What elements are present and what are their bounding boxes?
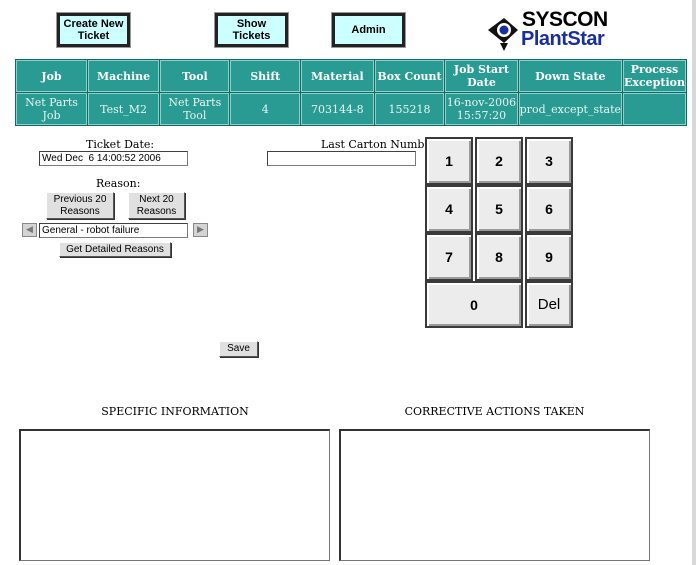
cell-shift: 4 xyxy=(230,93,300,125)
logo-plantstar-text: PlantStar xyxy=(521,28,605,50)
key-0-button[interactable]: 0 xyxy=(425,281,523,328)
key-8-button[interactable]: 8 xyxy=(475,233,523,281)
reason-next-arrow-icon[interactable]: ▶ xyxy=(193,223,208,237)
cell-job-start-date: 16-nov-2006 15:57:20 xyxy=(445,93,518,125)
last-carton-number-label: Last Carton Number: xyxy=(321,138,440,151)
header-job-start-date: Job Start Date xyxy=(445,60,518,92)
window-edge xyxy=(692,0,696,565)
save-button[interactable]: Save xyxy=(219,341,258,357)
table-row: Net Parts Job Test_M2 Net Parts Tool 4 7… xyxy=(16,93,686,125)
key-1-button[interactable]: 1 xyxy=(425,137,473,185)
key-7-button[interactable]: 7 xyxy=(425,233,473,281)
key-3-button[interactable]: 3 xyxy=(525,137,573,185)
numeric-keypad: 1 2 3 4 5 6 7 8 9 0 Del xyxy=(425,137,575,328)
header-tool: Tool xyxy=(160,60,230,92)
next-20-reasons-button[interactable]: Next 20 Reasons xyxy=(128,192,185,219)
last-carton-number-input[interactable] xyxy=(267,151,416,166)
cell-process-exception xyxy=(623,93,686,125)
logo-mark-icon xyxy=(488,18,518,51)
specific-information-heading: SPECIFIC INFORMATION xyxy=(101,405,249,418)
header-process-exception: Process Exception xyxy=(623,60,686,92)
header-job: Job xyxy=(16,60,87,92)
key-4-button[interactable]: 4 xyxy=(425,185,473,233)
ticket-date-label: Ticket Date: xyxy=(86,138,155,151)
table-header-row: Job Machine Tool Shift Material Box Coun… xyxy=(16,60,686,92)
previous-20-reasons-button[interactable]: Previous 20 Reasons xyxy=(46,192,114,219)
header-machine: Machine xyxy=(87,60,160,92)
cell-tool: Net Parts Tool xyxy=(160,93,230,125)
cell-material: 703144-8 xyxy=(300,93,374,125)
key-2-button[interactable]: 2 xyxy=(475,137,523,185)
reason-prev-arrow-icon[interactable]: ◀ xyxy=(22,223,37,237)
specific-information-textarea[interactable] xyxy=(19,429,330,561)
key-5-button[interactable]: 5 xyxy=(475,185,523,233)
cell-machine: Test_M2 xyxy=(87,93,160,125)
admin-button[interactable]: Admin xyxy=(331,12,406,48)
job-info-table: Job Machine Tool Shift Material Box Coun… xyxy=(15,59,687,126)
header-box-count: Box Count xyxy=(374,60,445,92)
key-9-button[interactable]: 9 xyxy=(525,233,573,281)
corrective-actions-textarea[interactable] xyxy=(339,429,650,561)
reason-label: Reason: xyxy=(96,177,141,190)
syscon-plantstar-logo: SYSCON PlantStar xyxy=(484,8,614,52)
corrective-actions-heading: CORRECTIVE ACTIONS TAKEN xyxy=(404,405,585,418)
header-shift: Shift xyxy=(230,60,300,92)
cell-job: Net Parts Job xyxy=(16,93,87,125)
header-down-state: Down State xyxy=(518,60,623,92)
header-material: Material xyxy=(300,60,374,92)
create-new-ticket-button[interactable]: Create New Ticket xyxy=(56,12,131,48)
cell-down-state: prod_except_state xyxy=(518,93,623,125)
ticket-date-input[interactable] xyxy=(39,151,188,166)
show-tickets-button[interactable]: Show Tickets xyxy=(214,12,289,48)
get-detailed-reasons-button[interactable]: Get Detailed Reasons xyxy=(59,242,171,257)
key-delete-button[interactable]: Del xyxy=(525,281,573,328)
reason-select-input[interactable] xyxy=(39,223,188,238)
key-6-button[interactable]: 6 xyxy=(525,185,573,233)
cell-box-count: 155218 xyxy=(374,93,445,125)
